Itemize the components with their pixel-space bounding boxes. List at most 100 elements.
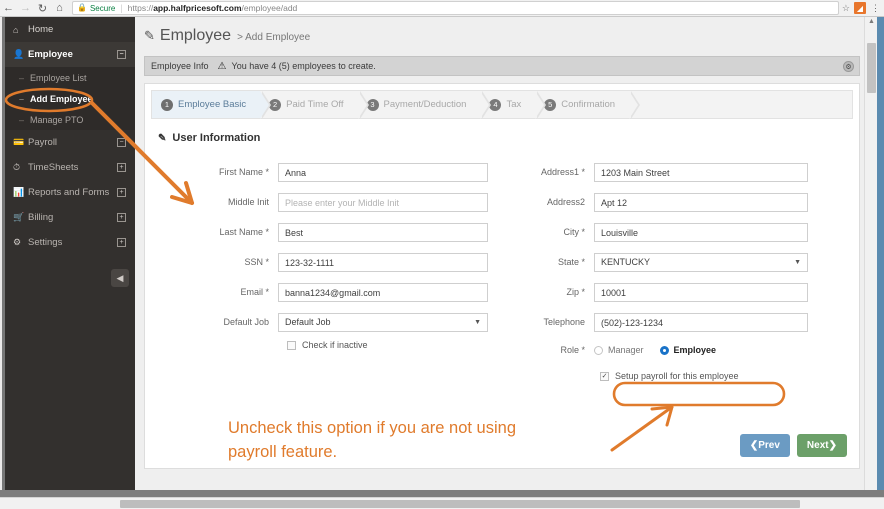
sidebar-item-reports-and-forms[interactable]: 📊 Reports and Forms + [5, 180, 135, 205]
sidebar-item-employee-list[interactable]: – Employee List [5, 67, 135, 88]
url-host: app.halfpricesoft.com [153, 3, 242, 13]
field-label: City * [563, 227, 585, 237]
pencil-icon: ✎ [158, 132, 167, 144]
payroll-checkbox-row[interactable]: ✓ Setup payroll for this employee [594, 367, 766, 385]
sidebar-item-label: TimeSheets [28, 162, 79, 173]
role-option-label: Manager [608, 345, 644, 355]
payroll-checkbox[interactable]: ✓ [600, 371, 609, 381]
field-default-job: Default Job Default Job ▼ [145, 307, 502, 337]
telephone-input[interactable]: (502)-123-1234 [594, 312, 808, 332]
form-columns: First Name * Anna Middle Init Please ent… [145, 157, 859, 385]
sidebar-item-home[interactable]: ⌂ Home [5, 17, 135, 42]
email-input[interactable]: banna1234@gmail.com [278, 282, 488, 302]
address1-input[interactable]: 1203 Main Street [594, 162, 808, 182]
three-dots-menu-icon[interactable]: ⋮ [871, 3, 880, 14]
vertical-scrollbar[interactable]: ▲ [864, 17, 877, 490]
user-icon: 👤 [13, 49, 25, 59]
dash-icon: – [19, 114, 25, 125]
sidebar-item-timesheets[interactable]: ⏱ TimeSheets + [5, 155, 135, 180]
field-label: State * [557, 257, 585, 267]
inactive-checkbox[interactable] [287, 340, 296, 350]
dash-icon: – [19, 72, 25, 83]
expander-icon[interactable]: + [117, 238, 126, 247]
step-payment-deduction[interactable]: 3 Payment/Deduction [357, 91, 492, 119]
field-email: Email * banna1234@gmail.com [145, 277, 502, 307]
zip-input[interactable]: 10001 [594, 282, 808, 302]
step-paid-time-off[interactable]: 2 Paid Time Off [260, 91, 369, 119]
payroll-icon: 💳 [13, 137, 25, 147]
role-radio-employee[interactable]: Employee [659, 345, 716, 355]
inactive-checkbox-label: Check if inactive [302, 340, 368, 350]
role-radio-manager[interactable]: Manager [594, 345, 644, 355]
horizontal-scrollbar[interactable] [0, 497, 884, 509]
field-label: Middle Init [227, 197, 269, 207]
wizard-buttons: ❮ Prev Next ❯ [733, 434, 847, 457]
next-button[interactable]: Next ❯ [796, 434, 847, 457]
sidebar-item-payroll[interactable]: 💳 Payroll − [5, 130, 135, 155]
arrow-right-icon: ❯ [828, 440, 837, 451]
expander-icon[interactable]: + [117, 213, 126, 222]
scroll-up-arrow-icon[interactable]: ▲ [868, 18, 875, 25]
middle-init-input[interactable]: Please enter your Middle Init [278, 192, 488, 212]
annotation-note-line1: Uncheck this option if you are not using [228, 419, 517, 437]
prev-button[interactable]: ❮ Prev [739, 434, 790, 457]
chevron-down-icon: ▼ [794, 258, 801, 266]
star-icon[interactable]: ☆ [842, 3, 850, 14]
sidebar-subitem-label: Add Employee [30, 93, 93, 104]
reload-button[interactable]: ↻ [34, 0, 51, 17]
address2-input[interactable]: Apt 12 [594, 192, 808, 212]
first-name-input[interactable]: Anna [278, 162, 488, 182]
sidebar-item-billing[interactable]: 🛒 Billing + [5, 205, 135, 230]
gear-icon[interactable]: ⚙ [843, 61, 854, 72]
step-employee-basic[interactable]: 1 Employee Basic [152, 91, 272, 119]
step-label: Payment/Deduction [383, 99, 467, 110]
back-button[interactable]: ← [0, 0, 17, 17]
step-label: Tax [506, 99, 522, 110]
select-value: KENTUCKY [601, 256, 651, 267]
sidebar-subitem-label: Employee List [30, 72, 87, 83]
address-bar[interactable]: 🔒 Secure | https://app.halfpricesoft.com… [72, 1, 839, 15]
page-viewport: ⌂ Home 👤 Employee − – Employee List – Ad… [0, 17, 884, 509]
field-address2: Address2 Apt 12 [502, 187, 859, 217]
sidebar-item-add-employee[interactable]: – Add Employee [5, 88, 135, 109]
state-select[interactable]: KENTUCKY ▼ [594, 252, 808, 272]
collapse-expander-icon[interactable]: − [117, 50, 126, 59]
vertical-scrollbar-thumb[interactable] [867, 43, 876, 93]
sidebar-collapse-button[interactable]: ◀ [111, 269, 129, 287]
field-state: State * KENTUCKY ▼ [502, 247, 859, 277]
home-button[interactable]: ⌂ [51, 0, 68, 17]
field-label: First Name * [218, 167, 269, 177]
sidebar-item-settings[interactable]: ⚙ Settings + [5, 230, 135, 255]
browser-toolbar: ← → ↻ ⌂ 🔒 Secure | https://app.halfprice… [0, 0, 884, 17]
last-name-input[interactable]: Best [278, 222, 488, 242]
pencil-square-icon: ✎ [144, 28, 155, 43]
radio-icon-selected [659, 345, 669, 355]
sidebar-item-manage-pto[interactable]: – Manage PTO [5, 109, 135, 130]
field-address1: Address1 * 1203 Main Street [502, 157, 859, 187]
step-confirmation[interactable]: 5 Confirmation [535, 91, 640, 119]
step-number: 1 [161, 98, 173, 111]
expander-icon[interactable]: + [117, 188, 126, 197]
expander-icon[interactable]: − [117, 138, 126, 147]
chevron-down-icon: ▼ [474, 318, 481, 326]
url-path: /employee/add [241, 3, 298, 13]
city-input[interactable]: Louisville [594, 222, 808, 242]
arrow-left-icon: ❮ [749, 440, 759, 451]
expander-icon[interactable]: + [117, 163, 126, 172]
horizontal-scrollbar-thumb[interactable] [120, 500, 800, 508]
field-telephone: Telephone (502)-123-1234 [502, 307, 859, 337]
sidebar-item-label: Billing [28, 212, 54, 223]
field-label: Telephone [543, 317, 585, 327]
ssn-input[interactable]: 123-32-1111 [278, 252, 488, 272]
sidebar-item-label: Payroll [28, 137, 58, 148]
inactive-checkbox-row[interactable]: Check if inactive [287, 340, 502, 350]
sidebar-item-employee[interactable]: 👤 Employee − [5, 42, 135, 67]
dash-icon: – [19, 93, 25, 104]
extension-icon[interactable]: ◢ [854, 2, 866, 14]
default-job-select[interactable]: Default Job ▼ [278, 312, 488, 332]
page-bottom-edge [0, 490, 884, 497]
warning-triangle-icon: ⚠ [217, 60, 227, 72]
field-label: Role * [560, 345, 585, 355]
field-label: Zip * [566, 287, 585, 297]
forward-button[interactable]: → [17, 0, 34, 17]
